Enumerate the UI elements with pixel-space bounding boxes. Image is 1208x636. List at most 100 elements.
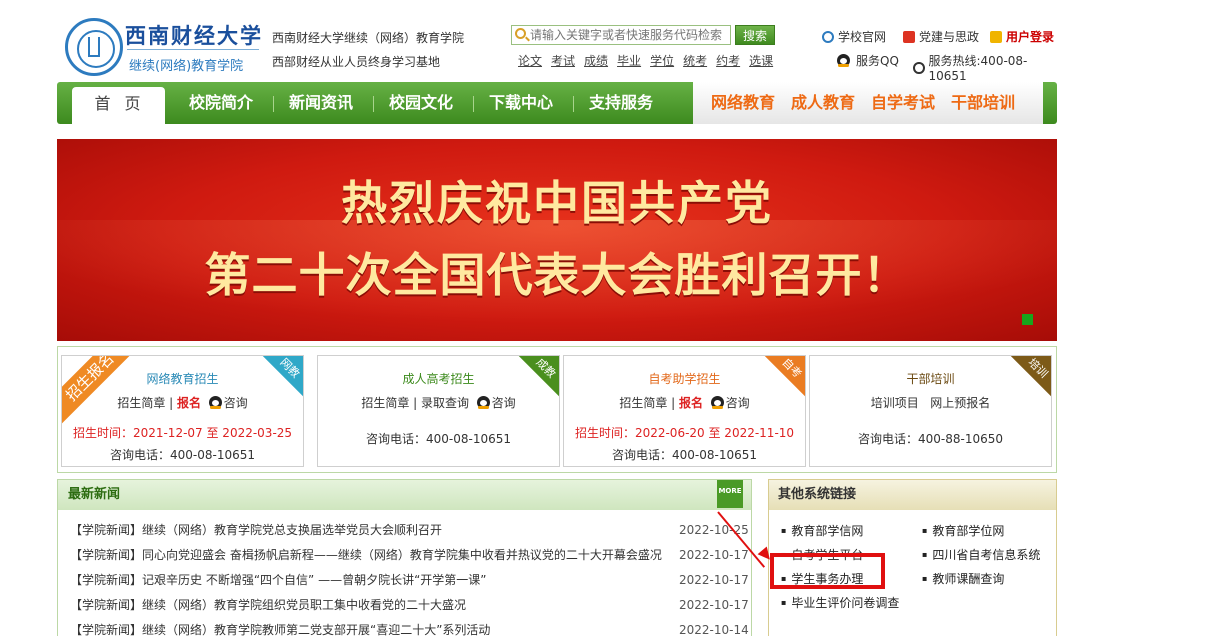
news-date: 2022-10-14: [679, 623, 749, 636]
news-list: 【学院新闻】继续（网络）教育学院党总支换届选举党员大会顺利召开 2022-10-2…: [58, 510, 751, 636]
news-item-text[interactable]: 【学院新闻】继续（网络）教育学院教师第二党支部开展“喜迎二十大”系列活动: [70, 623, 490, 636]
nav-item-support[interactable]: 支持服务: [589, 82, 653, 124]
program-link[interactable]: 招生简章: [117, 396, 165, 410]
program-link[interactable]: 报名: [177, 396, 201, 410]
program-link[interactable]: 网上预报名: [930, 396, 990, 410]
news-item-text[interactable]: 【学院新闻】继续（网络）教育学院党总支换届选举党员大会顺利召开: [70, 523, 442, 537]
program-phone: 咨询电话：400-08-10651: [109, 448, 255, 462]
nav-item-cadre-training[interactable]: 干部培训: [951, 82, 1015, 124]
news-item[interactable]: 【学院新闻】继续（网络）教育学院组织党员职工集中收看党的二十大盛况 2022-10…: [70, 593, 751, 618]
header-line-1: 西南财经大学继续（网络）教育学院: [272, 31, 465, 45]
nav-item-about[interactable]: 校院简介: [189, 82, 253, 124]
program-card-adult: 成教 成人高考招生 招生简章 | 录取查询 咨询 咨询电话：400-08-106…: [317, 355, 560, 467]
quick-link[interactable]: 毕业: [617, 52, 641, 69]
quick-link[interactable]: 考试: [551, 52, 575, 69]
more-button[interactable]: MORE: [717, 480, 743, 508]
program-link[interactable]: 招生简章: [619, 396, 667, 410]
nav-right-group: 网络教育 成人教育 自学考试 干部培训: [693, 82, 1043, 124]
banner-slide-indicator[interactable]: [1022, 314, 1033, 325]
nav-item-self-study[interactable]: 自学考试: [871, 82, 935, 124]
party-link[interactable]: 党建与思政: [903, 28, 979, 45]
program-phone: 咨询电话：400-08-10651: [365, 432, 511, 446]
user-icon: [990, 30, 1002, 43]
nav-item-download[interactable]: 下载中心: [489, 82, 553, 124]
nav-home[interactable]: 首页: [72, 87, 165, 124]
login-label: 用户登录: [1006, 30, 1055, 44]
hero-banner[interactable]: 热烈庆祝中国共产党 第二十次全国代表大会胜利召开！: [57, 139, 1057, 341]
search-box: [511, 25, 731, 45]
qq-icon: [837, 54, 850, 67]
news-item[interactable]: 【学院新闻】同心向党迎盛会 奋楫扬帆启新程——继续（网络）教育学院集中收看并热议…: [70, 543, 751, 568]
search-button[interactable]: 搜索: [735, 25, 775, 45]
news-item[interactable]: 【学院新闻】记艰辛历史 不断增强“四个自信” ——曾朝夕院长讲“开学第一课” 20…: [70, 568, 751, 593]
program-links: 招生简章 | 录取查询 咨询: [361, 396, 516, 410]
party-emblem-icon: [903, 30, 915, 43]
quick-link[interactable]: 统考: [683, 52, 707, 69]
quick-link[interactable]: 约考: [716, 52, 740, 69]
nav-separator: [273, 96, 274, 112]
program-panel: 招生报名 网教 网络教育招生 招生简章 | 报名 咨询 招生时间：2021-12…: [57, 346, 1057, 473]
quick-links: 论文 考试 成绩 毕业 学位 统考 约考 选课: [518, 52, 773, 69]
hotline: 服务热线:400-08-10651: [913, 52, 1057, 83]
news-item-text[interactable]: 【学院新闻】继续（网络）教育学院组织党员职工集中收看党的二十大盛况: [70, 598, 466, 612]
other-link[interactable]: 毕业生评价问卷调查: [781, 594, 899, 611]
program-link[interactable]: 咨询: [492, 396, 516, 410]
nav-item-adult-edu[interactable]: 成人教育: [791, 82, 855, 124]
university-logo-icon[interactable]: [65, 18, 123, 76]
banner-title-line-2: 第二十次全国代表大会胜利召开！: [204, 248, 910, 302]
program-title[interactable]: 干部培训: [810, 370, 1051, 387]
brand-divider: [127, 49, 259, 50]
program-link[interactable]: 培训项目: [871, 396, 919, 410]
program-link[interactable]: 咨询: [726, 396, 750, 410]
enroll-badge[interactable]: 招生报名: [62, 356, 142, 429]
search-input[interactable]: [530, 27, 728, 43]
news-item-text[interactable]: 【学院新闻】记艰辛历史 不断增强“四个自信” ——曾朝夕院长讲“开学第一课”: [70, 573, 487, 587]
other-link[interactable]: 教育部学位网: [922, 522, 1004, 539]
hotline-label: 服务热线:400-08-10651: [928, 54, 1028, 83]
qq-icon: [710, 396, 724, 409]
nav-item-online-edu[interactable]: 网络教育: [711, 82, 775, 124]
other-link[interactable]: 教育部学信网: [781, 522, 863, 539]
program-phone: 咨询电话：400-08-10651: [611, 448, 757, 462]
program-link[interactable]: 报名: [679, 396, 703, 410]
party-label: 党建与思政: [919, 30, 980, 44]
nav-separator: [473, 96, 474, 112]
news-item[interactable]: 【学院新闻】继续（网络）教育学院教师第二党支部开展“喜迎二十大”系列活动 2022…: [70, 618, 751, 636]
qq-service-label: 服务QQ: [856, 54, 899, 68]
brand-subtitle: 继续(网络)教育学院: [129, 59, 244, 74]
login-link[interactable]: 用户登录: [990, 28, 1054, 45]
news-panel: 最新新闻 MORE 【学院新闻】继续（网络）教育学院党总支换届选举党员大会顺利召…: [57, 479, 752, 636]
quick-link[interactable]: 学位: [650, 52, 674, 69]
news-item[interactable]: 【学院新闻】继续（网络）教育学院党总支换届选举党员大会顺利召开 2022-10-2…: [70, 518, 751, 543]
qq-icon: [208, 396, 222, 409]
program-links: 培训项目 网上预报名: [810, 394, 1051, 411]
news-title: 最新新闻: [68, 487, 121, 502]
program-link[interactable]: 录取查询: [421, 396, 469, 410]
program-title[interactable]: 自考助学招生: [564, 370, 805, 387]
other-link[interactable]: 四川省自考信息系统: [922, 546, 1040, 563]
news-date: 2022-10-25: [679, 523, 749, 537]
program-title[interactable]: 成人高考招生: [318, 370, 559, 387]
program-card-online: 招生报名 网教 网络教育招生 招生简章 | 报名 咨询 招生时间：2021-12…: [61, 355, 304, 467]
search-icon: [515, 28, 526, 39]
program-link[interactable]: 招生简章: [361, 396, 409, 410]
quick-link[interactable]: 论文: [518, 52, 542, 69]
qq-service-link[interactable]: 服务QQ: [837, 52, 899, 69]
program-title[interactable]: 网络教育招生: [62, 370, 303, 387]
nav-item-news[interactable]: 新闻资讯: [289, 82, 353, 124]
nav-item-culture[interactable]: 校园文化: [389, 82, 453, 124]
school-site-label: 学校官网: [838, 30, 887, 44]
program-links: 招生简章 | 报名 咨询: [619, 396, 750, 410]
school-site-link[interactable]: 学校官网: [822, 28, 886, 45]
other-link[interactable]: 教师课酬查询: [922, 570, 1004, 587]
quick-link[interactable]: 成绩: [584, 52, 608, 69]
program-link[interactable]: 咨询: [224, 396, 248, 410]
program-time: 招生时间：2021-12-07 至 2022-03-25: [72, 426, 293, 440]
news-date: 2022-10-17: [679, 598, 749, 612]
news-date: 2022-10-17: [679, 548, 749, 562]
phone-icon: [913, 61, 925, 74]
quick-link[interactable]: 选课: [749, 52, 773, 69]
highlight-box: [770, 553, 885, 589]
news-item-text[interactable]: 【学院新闻】同心向党迎盛会 奋楫扬帆启新程——继续（网络）教育学院集中收看并热议…: [70, 548, 662, 562]
program-phone: 咨询电话：400-88-10650: [857, 432, 1003, 446]
